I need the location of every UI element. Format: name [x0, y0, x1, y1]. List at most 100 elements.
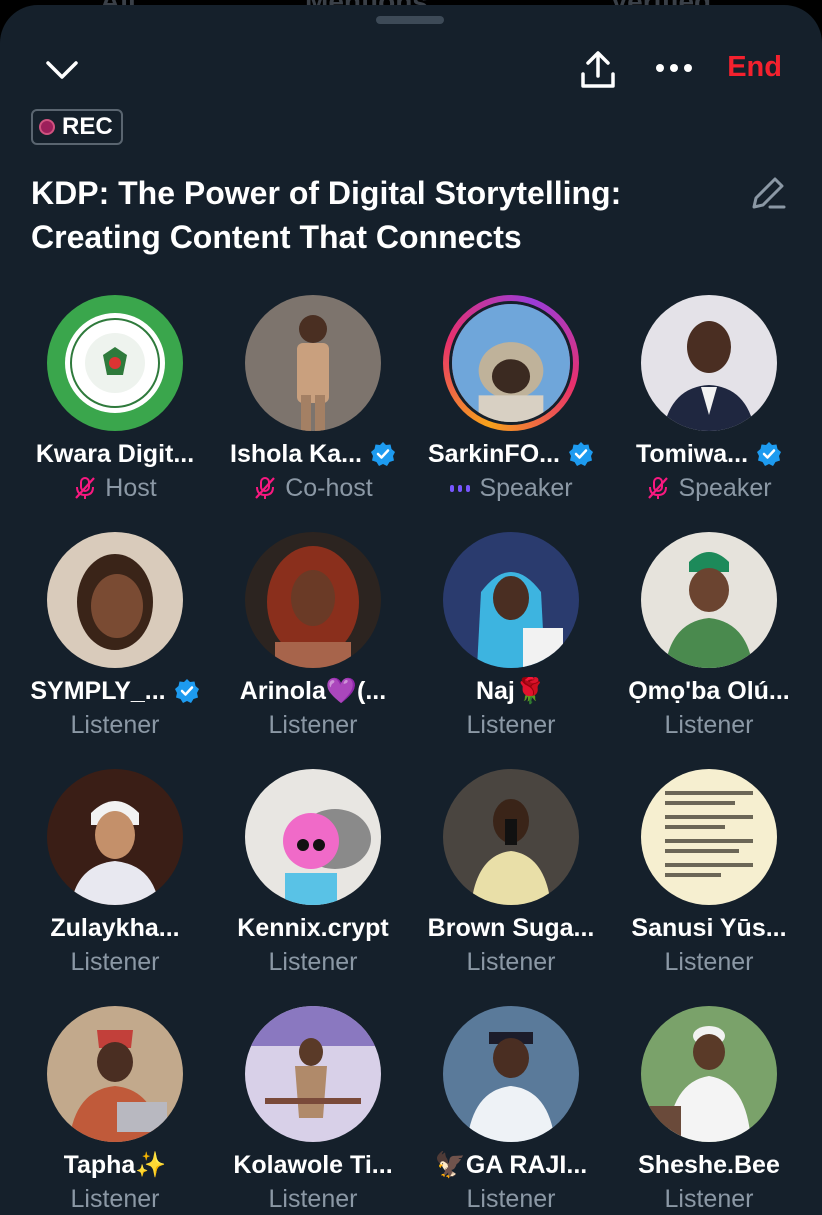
person-photo-avatar-image [47, 1006, 183, 1142]
avatar[interactable] [245, 532, 381, 668]
share-button[interactable] [578, 49, 618, 91]
participant-card[interactable]: Kwara Digit... Host [16, 295, 214, 532]
participant-name: Naj🌹 [475, 676, 547, 705]
participants-grid: Kwara Digit... Host Ishola Ka... Co-host… [16, 295, 808, 1215]
pencil-icon [752, 177, 786, 209]
person-photo-avatar-image [443, 1006, 579, 1142]
person-photo-avatar-image [245, 532, 381, 668]
avatar-speaking[interactable] [443, 295, 579, 431]
avatar[interactable] [443, 532, 579, 668]
participant-role: Listener [466, 710, 556, 739]
mic-off-icon [255, 477, 276, 499]
participant-name: Tapha✨ [63, 1150, 167, 1179]
participant-name: Kennix.crypt [237, 913, 389, 942]
avatar[interactable] [47, 532, 183, 668]
avatar[interactable] [641, 769, 777, 905]
participant-name: Kolawole Ti... [233, 1150, 393, 1179]
participant-card[interactable]: Ọmọ'ba Olú... Listener [610, 532, 808, 769]
edit-title-button[interactable] [748, 173, 788, 218]
avatar[interactable] [641, 532, 777, 668]
collapse-button[interactable] [44, 55, 80, 85]
participant-card[interactable]: Kennix.crypt Listener [214, 769, 412, 1006]
mic-off-icon [648, 477, 669, 499]
space-sheet: End REC KDP: The Power of Digital Storyt… [0, 5, 822, 1215]
avatar[interactable] [245, 1006, 381, 1142]
participant-card[interactable]: Zulaykha... Listener [16, 769, 214, 1006]
recording-label: REC [62, 113, 113, 140]
avatar[interactable] [641, 295, 777, 431]
avatar[interactable] [443, 1006, 579, 1142]
person-photo-avatar-image [641, 295, 777, 431]
participant-name: Tomiwa... [635, 439, 749, 468]
avatar[interactable] [245, 295, 381, 431]
more-icon [656, 64, 692, 72]
participant-role: Listener [664, 710, 754, 739]
participant-role: Listener [466, 947, 556, 976]
government-seal-avatar-image [47, 295, 183, 431]
participant-role: Listener [466, 1184, 556, 1213]
avatar[interactable] [47, 769, 183, 905]
person-photo-avatar-image [452, 304, 570, 422]
space-title: KDP: The Power of Digital Storytelling: … [31, 175, 622, 255]
person-photo-avatar-image [443, 532, 579, 668]
participant-role: Host [105, 473, 157, 502]
avatar[interactable] [245, 769, 381, 905]
participant-role: Listener [268, 710, 358, 739]
participant-card[interactable]: SYMPLY_... Listener [16, 532, 214, 769]
participant-card[interactable]: 🦅GA RAJI... Listener [412, 1006, 610, 1215]
chevron-down-icon [46, 61, 78, 79]
speaking-indicator-icon [450, 485, 471, 492]
participant-role: Listener [268, 947, 358, 976]
participant-role: Listener [664, 947, 754, 976]
participant-role: Listener [70, 710, 160, 739]
end-button[interactable]: End [727, 51, 782, 84]
participant-card[interactable]: Ishola Ka... Co-host [214, 295, 412, 532]
participant-role: Listener [70, 947, 160, 976]
participant-card[interactable]: Sheshe.Bee Listener [610, 1006, 808, 1215]
participant-card[interactable]: Arinola💜(... Listener [214, 532, 412, 769]
participant-name: Zulaykha... [50, 913, 180, 942]
verified-badge-icon [568, 442, 593, 466]
recording-dot-icon [39, 119, 55, 135]
participant-card[interactable]: Naj🌹 Listener [412, 532, 610, 769]
participant-role: Speaker [479, 473, 573, 502]
participant-role: Listener [268, 1184, 358, 1213]
participant-name: Ọmọ'ba Olú... [628, 676, 790, 705]
person-photo-avatar-image [47, 769, 183, 905]
person-photo-avatar-image [245, 1006, 381, 1142]
participant-role: Speaker [678, 473, 772, 502]
participant-name: Sheshe.Bee [638, 1150, 780, 1179]
avatar[interactable] [47, 295, 183, 431]
participant-card[interactable]: Brown Suga... Listener [412, 769, 610, 1006]
participant-card[interactable]: Tapha✨ Listener [16, 1006, 214, 1215]
participant-name: Kwara Digit... [35, 439, 195, 468]
person-photo-avatar-image [443, 769, 579, 905]
avatar[interactable] [443, 769, 579, 905]
participant-role: Listener [70, 1184, 160, 1213]
participant-card[interactable]: Tomiwa... Speaker [610, 295, 808, 532]
participant-name: Sanusi Yūs... [631, 913, 787, 942]
recording-badge: REC [31, 109, 123, 145]
drag-handle[interactable] [376, 16, 444, 24]
person-photo-avatar-image [641, 1006, 777, 1142]
text-note-avatar-image [641, 769, 777, 905]
share-icon [581, 51, 615, 88]
participant-card[interactable]: Kolawole Ti... Listener [214, 1006, 412, 1215]
cartoon-avatar-image [245, 769, 381, 905]
person-photo-avatar-image [47, 532, 183, 668]
participant-card[interactable]: Sanusi Yūs... Listener [610, 769, 808, 1006]
participant-name: Brown Suga... [427, 913, 595, 942]
participant-name: Ishola Ka... [230, 439, 362, 468]
participant-card[interactable]: SarkinFO... Speaker [412, 295, 610, 532]
person-photo-avatar-image [641, 532, 777, 668]
more-options-button[interactable] [654, 55, 694, 81]
person-photo-avatar-image [245, 295, 381, 431]
avatar[interactable] [47, 1006, 183, 1142]
participant-name: SarkinFO... [428, 439, 560, 468]
mic-off-icon [75, 477, 96, 499]
verified-badge-icon [174, 679, 199, 703]
participant-name: 🦅GA RAJI... [434, 1150, 588, 1179]
avatar[interactable] [641, 1006, 777, 1142]
participant-name: Arinola💜(... [239, 676, 387, 705]
participant-name: SYMPLY_... [30, 676, 166, 705]
